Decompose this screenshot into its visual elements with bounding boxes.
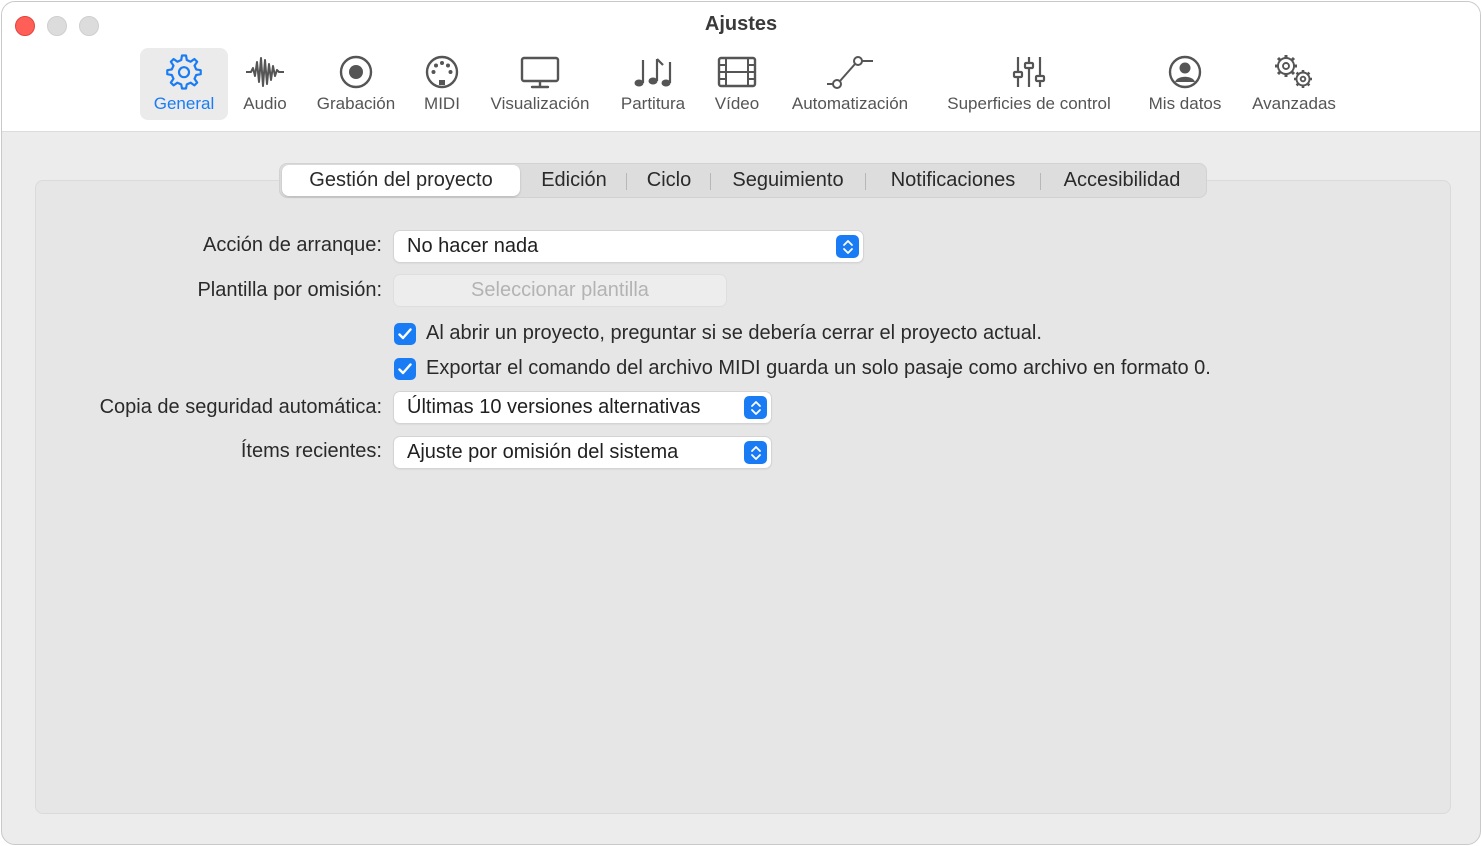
toolbar-item-score[interactable]: Partitura — [610, 48, 696, 120]
toolbar-item-display[interactable]: Visualización — [480, 48, 600, 120]
toolbar-item-recording[interactable]: Grabación — [308, 48, 404, 120]
window-title: Ajustes — [704, 13, 778, 35]
recent-items-value: Ajuste por omisión del sistema — [407, 441, 679, 463]
waveform-icon — [245, 54, 285, 90]
checkbox-row-midi-export[interactable]: Exportar el comando del archivo MIDI gua… — [394, 357, 1211, 380]
toolbar-item-automation[interactable]: Automatización — [780, 48, 920, 120]
toolbar-label-midi: MIDI — [424, 94, 460, 113]
tab-bar: Gestión del proyecto Edición Ciclo Segui… — [279, 163, 1207, 198]
recent-items-popup[interactable]: Ajuste por omisión del sistema — [394, 437, 771, 468]
tab-divider — [1040, 173, 1041, 190]
film-icon — [717, 54, 757, 90]
tab-project-management[interactable]: Gestión del proyecto — [282, 165, 520, 196]
toolbar-item-audio[interactable]: Audio — [234, 48, 296, 120]
toolbar-item-advanced[interactable]: Avanzadas — [1244, 48, 1344, 120]
popup-arrows-icon — [744, 396, 767, 419]
checkbox-row-ask-close[interactable]: Al abrir un proyecto, preguntar si se de… — [394, 322, 1042, 345]
toolbar-label-advanced: Avanzadas — [1252, 94, 1336, 113]
toolbar-label-general: General — [153, 94, 215, 113]
popup-arrows-icon — [836, 235, 859, 258]
toolbar-label-score: Partitura — [620, 94, 686, 113]
startup-action-value: No hacer nada — [407, 235, 539, 257]
tab-editing[interactable]: Edición — [526, 164, 622, 197]
display-icon — [520, 54, 560, 90]
toolbar-label-my-info: Mis datos — [1148, 94, 1222, 113]
default-template-label: Plantilla por omisión: — [197, 279, 382, 301]
toolbar-label-automation: Automatización — [791, 94, 909, 113]
auto-backup-value: Últimas 10 versiones alternativas — [407, 396, 701, 418]
checkbox-midi-export[interactable] — [394, 357, 416, 380]
toolbar-item-midi[interactable]: MIDI — [414, 48, 470, 120]
toolbar-item-my-info[interactable]: Mis datos — [1138, 48, 1232, 120]
tab-divider — [865, 173, 866, 190]
toolbar-item-video[interactable]: Vídeo — [706, 48, 768, 120]
tab-divider — [626, 173, 627, 190]
checkbox-ask-close[interactable] — [394, 322, 416, 345]
toolbar-item-general[interactable]: General — [140, 48, 228, 120]
auto-backup-popup[interactable]: Últimas 10 versiones alternativas — [394, 392, 771, 423]
gears-icon — [1272, 54, 1316, 90]
sliders-icon — [1011, 54, 1047, 90]
toolbar-label-recording: Grabación — [316, 94, 396, 113]
tab-accessibility[interactable]: Accesibilidad — [1046, 164, 1198, 197]
auto-backup-label: Copia de seguridad automática: — [99, 396, 382, 418]
record-icon — [338, 54, 374, 90]
checkmark-icon — [398, 327, 412, 339]
settings-window: Ajustes General Audio Grabación MIDI Vis… — [1, 1, 1481, 845]
select-template-button[interactable]: Seleccionar plantilla — [394, 275, 726, 306]
toolbar-label-control-surfaces: Superficies de control — [947, 94, 1111, 113]
automation-icon — [825, 54, 875, 90]
tab-tracking[interactable]: Seguimiento — [716, 164, 860, 197]
popup-arrows-icon — [744, 441, 767, 464]
music-notes-icon — [633, 54, 673, 90]
gear-icon — [166, 54, 202, 90]
toolbar-item-control-surfaces[interactable]: Superficies de control — [932, 48, 1126, 120]
toolbar-label-audio: Audio — [243, 94, 287, 113]
tab-cycle[interactable]: Ciclo — [632, 164, 706, 197]
tab-notifications[interactable]: Notificaciones — [870, 164, 1036, 197]
toolbar-label-video: Vídeo — [714, 94, 760, 113]
checkbox-ask-close-label: Al abrir un proyecto, preguntar si se de… — [426, 322, 1042, 344]
tab-divider — [710, 173, 711, 190]
checkbox-midi-export-label: Exportar el comando del archivo MIDI gua… — [426, 357, 1211, 379]
toolbar-label-display: Visualización — [490, 94, 590, 113]
startup-action-label: Acción de arranque: — [202, 234, 382, 256]
settings-panel — [35, 180, 1451, 814]
recent-items-label: Ítems recientes: — [240, 440, 382, 462]
title-bar: Ajustes General Audio Grabación MIDI Vis… — [2, 2, 1480, 132]
midi-icon — [424, 54, 460, 90]
checkmark-icon — [398, 362, 412, 374]
startup-action-popup[interactable]: No hacer nada — [394, 231, 863, 262]
person-icon — [1167, 54, 1203, 90]
